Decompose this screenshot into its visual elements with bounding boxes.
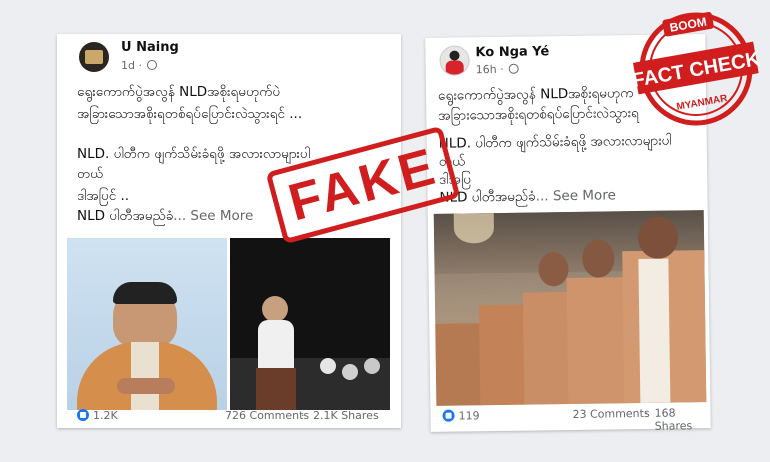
reaction-count[interactable]: 119	[442, 409, 480, 423]
post-photo-president[interactable]	[67, 238, 227, 410]
post-time[interactable]: 16h ·	[476, 63, 520, 76]
avatar[interactable]	[439, 45, 470, 76]
shares-count[interactable]: 168 Shares	[654, 406, 710, 433]
like-icon	[442, 409, 455, 422]
post-text-line: NLD ပါတီအမည်ခံ... See More	[439, 187, 616, 206]
post-time[interactable]: 1d ·	[121, 59, 158, 72]
author-name[interactable]: Ko Nga Yé	[475, 44, 549, 60]
comments-count[interactable]: 23 Comments	[572, 407, 649, 421]
post-photo-crowd[interactable]	[230, 238, 390, 410]
post-text-line: ရွေးကောက်ပွဲအလွန် NLDအစိုးရမဟုက်ပဲ	[77, 84, 281, 100]
see-more-link[interactable]: ... See More	[536, 187, 616, 204]
post-card-1: U Naing 1d · ရွေးကောက်ပွဲအလွန် NLDအစိုးရ…	[57, 34, 401, 428]
see-more-link[interactable]: ... See More	[173, 208, 253, 224]
post-text-line: NLD. ပါတီက ဖျက်သိမ်းခံရဖို့ အလားလာများပါ	[438, 132, 672, 152]
globe-icon	[509, 63, 520, 74]
shares-count[interactable]: 2.1K Shares	[313, 409, 379, 422]
globe-icon	[147, 60, 158, 70]
comments-count[interactable]: 726 Comments	[225, 409, 309, 422]
author-name[interactable]: U Naing	[121, 40, 179, 55]
brand-bottom: MYANMAR	[676, 93, 729, 113]
post-text-line: ဒါအပြင် ..	[77, 188, 130, 204]
post-photo-officials[interactable]	[433, 210, 707, 406]
dot-separator: ·	[301, 409, 305, 422]
post-text-line: NLD ပါတီအမည်ခံ... See More	[77, 208, 254, 224]
avatar[interactable]	[79, 42, 109, 72]
post-text-line: အခြားသောအစိုးရတစ်ရပ်ပြောင်းလဲသွားရင် ...	[77, 106, 303, 122]
post-text-line: အခြားသောအစိုးရတစ်ရပ်ပြောင်းလဲသွားရ	[438, 105, 639, 124]
post-text-line: NLD. ပါတီက ဖျက်သိမ်းခံရဖို့ အလားလာများပါ	[77, 146, 310, 162]
fact-check-badge-logo: BOOM FACT CHECK MYANMAR	[633, 11, 759, 126]
reaction-count[interactable]: 1.2K	[77, 409, 118, 422]
dot-separator: ·	[644, 406, 649, 420]
post-text-line: တယ်	[77, 166, 104, 182]
post-text-line: ရွေးကောက်ပွဲအလွန် NLDအစိုးရမဟုက	[437, 85, 634, 104]
like-icon	[77, 409, 89, 421]
